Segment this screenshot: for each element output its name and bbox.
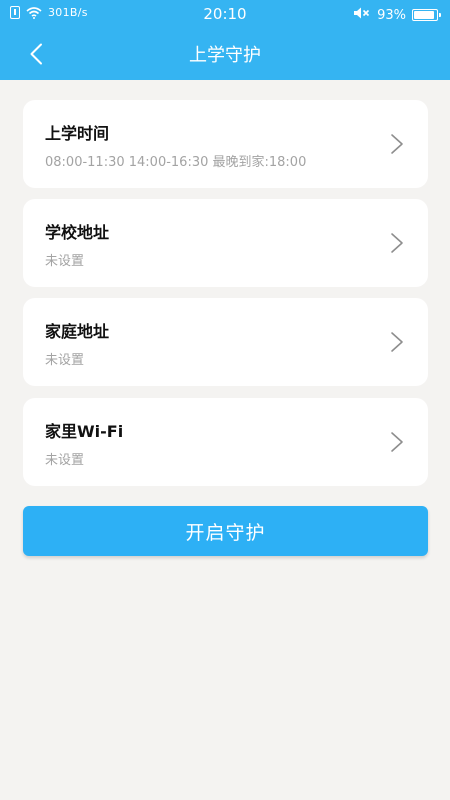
- item-subtitle: 未设置: [45, 353, 85, 368]
- chevron-right-icon: [391, 233, 403, 253]
- school-address-item[interactable]: 学校地址 未设置: [23, 199, 428, 287]
- item-title: 上学时间: [45, 124, 110, 143]
- item-subtitle: 08:00-11:30 14:00-16:30 最晚到家:18:00: [45, 155, 307, 170]
- battery-level: [414, 11, 435, 19]
- home-wifi-item[interactable]: 家里Wi-Fi 未设置: [23, 398, 428, 486]
- chevron-right-icon: [391, 332, 403, 352]
- chevron-right-icon: [391, 134, 403, 154]
- page-title: 上学守护: [189, 45, 261, 66]
- item-title: 家里Wi-Fi: [45, 422, 124, 441]
- battery-percent: 93%: [377, 7, 406, 23]
- nav-bar: 上学守护: [0, 28, 450, 80]
- battery-icon: [412, 9, 441, 21]
- item-subtitle: 未设置: [45, 254, 85, 269]
- header-area: 301B/s 20:10 93% 上学守护: [0, 0, 450, 80]
- status-bar: 301B/s 20:10 93%: [0, 0, 450, 28]
- mute-icon: [353, 6, 371, 24]
- item-subtitle: 未设置: [45, 453, 85, 468]
- chevron-right-icon: [391, 432, 403, 452]
- item-title: 学校地址: [45, 223, 110, 242]
- status-right: 93%: [353, 6, 441, 24]
- item-title: 家庭地址: [45, 322, 110, 341]
- home-address-item[interactable]: 家庭地址 未设置: [23, 298, 428, 386]
- school-time-item[interactable]: 上学时间 08:00-11:30 14:00-16:30 最晚到家:18:00: [23, 100, 428, 188]
- start-guard-button[interactable]: 开启守护: [23, 506, 428, 556]
